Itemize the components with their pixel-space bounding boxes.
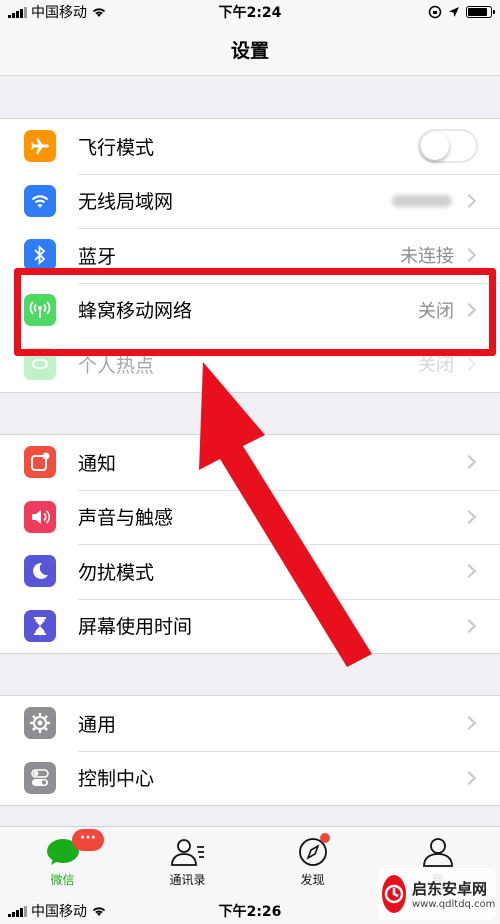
tab-label: 微信 [50,873,75,887]
tab-label: 通讯录 [169,873,206,887]
tab-label: 发现 [300,873,325,887]
new-content-dot [320,833,330,843]
watermark-url: www.qdltdq.com [412,899,496,910]
tab-contacts[interactable]: 通讯录 [125,827,250,898]
annotation-arrow [199,362,372,667]
watermark-title: 启东安卓网 [412,880,488,898]
tab-discover[interactable]: 发现 [250,827,375,898]
unread-badge: ··· [72,829,104,851]
watermark: 启东安卓网 www.qdltdq.com [378,868,496,920]
person-icon [422,838,453,867]
contacts-icon [170,839,204,866]
watermark-logo-icon [382,875,406,913]
tab-wechat[interactable]: ··· 微信 [0,827,125,898]
